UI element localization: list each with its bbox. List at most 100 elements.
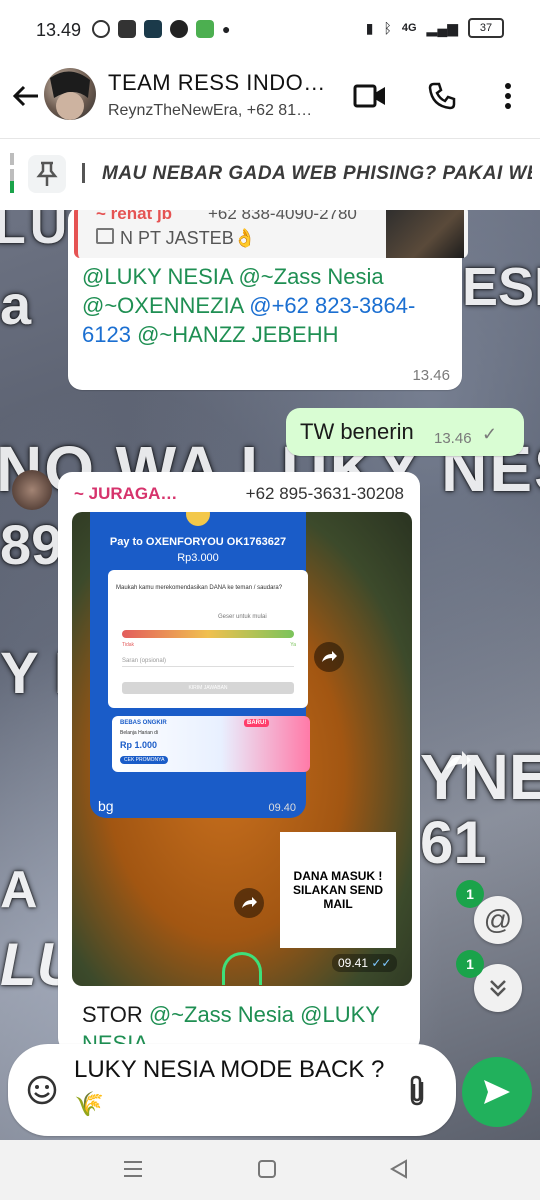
message-input[interactable]: LUKY NESIA MODE BACK ? 🌾: [74, 1052, 394, 1122]
screenshot-caption: bg: [98, 798, 114, 814]
pinned-message-bar[interactable]: MAU NEBAR GADA WEB PHISING? PAKAI WE: [0, 138, 540, 212]
quoted-phone: +62 838-4090-2780: [208, 210, 357, 223]
system-nav-bar: [0, 1140, 540, 1200]
status-icons-right: ▮ ᛒ 4G ▂▄▆ 37: [366, 18, 504, 38]
message-bubble-outgoing[interactable]: TW benerin 13.46 ✓: [286, 408, 524, 456]
promo-title: BEBAS ONGKIR: [120, 720, 167, 726]
at-icon: @: [483, 904, 513, 935]
sticker-text: DANA MASUK ! SILAKAN SEND MAIL: [292, 869, 383, 911]
rating-slider: [122, 630, 294, 638]
sticker-time-value: 09.41: [338, 956, 369, 970]
back-arrow-icon[interactable]: [8, 78, 44, 114]
sender-name[interactable]: ~ JURAGA…: [74, 484, 177, 504]
video-call-icon[interactable]: [352, 78, 388, 114]
emoji-icon[interactable]: [26, 1074, 58, 1111]
signal-icon: ▂▄▆: [426, 19, 458, 36]
send-button[interactable]: [462, 1057, 532, 1127]
mention[interactable]: @~Zass Nesia: [238, 264, 383, 289]
label-low: Tidak: [122, 642, 135, 648]
network-label: 4G: [401, 22, 417, 34]
double-check-icon: ✓✓: [371, 956, 392, 970]
screenshot-pay-to: Pay to OXENFORYOU OK1763627: [109, 536, 287, 548]
mention[interactable]: @~OXENNEZIA: [82, 293, 243, 318]
quoted-text-content: N PT JASTEB👌: [120, 228, 257, 248]
image-icon: [96, 228, 114, 244]
recents-menu-icon[interactable]: [122, 1158, 144, 1185]
message-text: TW benerin: [300, 419, 414, 444]
notification-icons: ●: [92, 20, 230, 38]
app-icon: [144, 20, 162, 38]
mention-badge: 1: [456, 880, 484, 908]
vibrate-icon: ▮: [365, 19, 374, 36]
chat-subtitle[interactable]: ReynzTheNewEra, +62 81…: [108, 102, 312, 120]
promo-badge: BARU!: [244, 719, 270, 727]
bluetooth-icon: ᛒ: [383, 20, 392, 36]
b-icon: [92, 20, 110, 38]
phone-call-icon[interactable]: [424, 78, 460, 114]
payment-screenshot: Pay to OXENFORYOU OK1763627 Rp3.000 Mauk…: [90, 512, 310, 818]
pinned-message-text[interactable]: MAU NEBAR GADA WEB PHISING? PAKAI WE: [102, 163, 532, 185]
wallpaper-word: A: [0, 861, 38, 919]
chat-title[interactable]: TEAM RESS INDO…: [108, 70, 326, 96]
wallpaper-word: YNES: [420, 741, 540, 813]
sticker-time: 09.41 ✓✓: [332, 954, 398, 972]
message-bubble-incoming[interactable]: ~ renat jb +62 838-4090-2780 N PT JASTEB…: [68, 210, 468, 390]
message-bubble-incoming[interactable]: ~ JURAGA… +62 895-3631-30208 Pay to OXEN…: [58, 472, 420, 1052]
screenshot-top-circle: [186, 512, 210, 526]
status-time: 13.49: [36, 20, 82, 40]
message-text: @LUKY NESIA @~Zass Nesia @~OXENNEZIA @+6…: [82, 262, 452, 349]
message-text-plain: STOR: [82, 1002, 149, 1027]
submit-answer: KIRIM JAWABAN: [122, 682, 294, 694]
double-chevron-down-icon: [490, 980, 506, 997]
battery-icon: 37: [468, 18, 504, 38]
record-icon: [170, 20, 188, 38]
battery-level: 37: [479, 22, 493, 34]
scroll-badge: 1: [456, 950, 484, 978]
quoted-message[interactable]: ~ renat jb +62 838-4090-2780 N PT JASTEB…: [74, 210, 468, 258]
slider-hint: Geser untuk mulai: [218, 614, 267, 620]
message-text: STOR @~Zass Nesia @LUKY NESIA: [82, 1000, 412, 1050]
attach-icon[interactable]: [406, 1074, 430, 1113]
wallpaper-word: 61: [420, 809, 487, 876]
wallpaper-word: ESIA: [462, 257, 540, 317]
survey-question: Maukah kamu merekomendasikan DANA ke tem…: [116, 585, 283, 591]
message-composer[interactable]: LUKY NESIA MODE BACK ? 🌾: [8, 1044, 456, 1136]
promo-price: Rp 1.000: [120, 740, 158, 750]
wallpaper-word: 89: [0, 513, 63, 576]
read-check-icon: ✓: [482, 424, 498, 444]
pin-divider: [82, 163, 85, 183]
sender-phone[interactable]: +62 895-3631-30208: [246, 484, 404, 504]
pin-indicator: [10, 153, 14, 193]
promo-cta: CEK PROMONYA: [120, 756, 169, 764]
forward-icon[interactable]: [234, 888, 264, 918]
promo-sub: Belanja Harian di: [120, 730, 159, 736]
send-icon: [484, 1080, 510, 1104]
mention-jump-button[interactable]: @: [474, 896, 522, 944]
sticker-dana-masuk: DANA MASUK ! SILAKAN SEND MAIL: [280, 832, 396, 948]
home-square-icon[interactable]: [256, 1158, 278, 1185]
sender-avatar[interactable]: [12, 470, 52, 510]
label-high: Ya: [290, 642, 296, 648]
message-time: 13.46: [434, 430, 472, 447]
media-image[interactable]: Pay to OXENFORYOU OK1763627 Rp3.000 Mauk…: [72, 512, 412, 986]
image-overlay-shape: [222, 952, 262, 985]
contact-card-icon: [118, 20, 136, 38]
status-bar: 13.49 ● ▮ ᛒ 4G ▂▄▆ 37: [0, 0, 540, 58]
mention[interactable]: @LUKY NESIA: [82, 264, 232, 289]
mention[interactable]: @~HANZZ JEBEHH: [137, 322, 338, 347]
screenshot-caption-time: 09.40: [268, 802, 296, 814]
quoted-text: N PT JASTEB👌: [96, 228, 256, 249]
android-icon: [196, 20, 214, 38]
forward-icon[interactable]: [314, 642, 344, 672]
quoted-image-thumbnail: [386, 210, 464, 258]
pin-icon[interactable]: [28, 155, 66, 193]
chat-header: TEAM RESS INDO… ReynzTheNewEra, +62 81…: [0, 58, 540, 138]
forward-arrow-icon: [444, 750, 472, 777]
wallpaper-word: a: [0, 273, 32, 336]
mention[interactable]: @~Zass Nesia: [149, 1002, 294, 1027]
more-options-icon[interactable]: [490, 78, 526, 114]
message-time: 13.46: [412, 367, 450, 384]
back-triangle-icon[interactable]: [388, 1158, 410, 1185]
suggestion-input: Saran (opsional): [122, 658, 294, 667]
group-avatar[interactable]: [44, 68, 96, 120]
